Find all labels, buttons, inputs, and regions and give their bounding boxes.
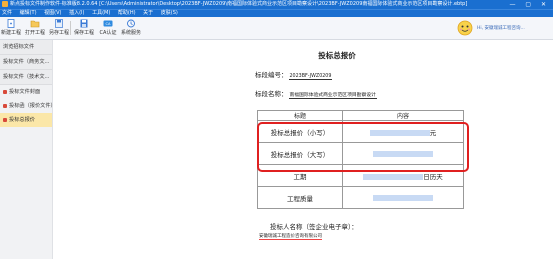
avatar <box>457 20 473 36</box>
duration-input[interactable] <box>363 173 424 180</box>
save-project-button[interactable]: 保存工程 <box>73 19 95 37</box>
menu-about[interactable]: 关于 <box>143 10 153 16</box>
new-file-icon <box>7 19 15 28</box>
sidebar-group-commercial[interactable]: 投标文件（商务文... <box>0 55 52 70</box>
table-header-title: 标题 <box>257 110 343 121</box>
ca-auth-button[interactable]: CA CA认证 <box>97 19 119 37</box>
sidebar-item-bid-letter[interactable]: 投标函（报价文件） <box>0 99 56 113</box>
document-icon <box>3 89 7 94</box>
app-icon <box>2 1 8 7</box>
save-as-icon <box>55 19 63 28</box>
menu-bar: 文件 编辑(T) 视图(V) 插入(I) 工具(M) 帮助(H) 关于 皮肤(S… <box>0 9 553 17</box>
service-icon <box>127 19 135 28</box>
section-name-field: 标段名称： 南福国际体验式商业示范区项目勘察设计 <box>255 88 377 99</box>
save-icon <box>80 19 88 28</box>
menu-view[interactable]: 视图(V) <box>44 10 61 16</box>
window-controls[interactable]: — ▢ ✕ <box>509 0 550 9</box>
sidebar-group-technical[interactable]: 投标文件（技术文... <box>0 70 52 85</box>
highlight-box <box>257 122 469 172</box>
new-project-button[interactable]: 新建工程 <box>1 19 21 37</box>
section-name-value[interactable]: 南福国际体验式商业示范区项目勘察设计 <box>288 93 377 99</box>
document-icon <box>3 117 7 122</box>
page-title: 投标总报价 <box>318 51 356 60</box>
user-account[interactable]: Hi, 安徽瑞诚工程咨询... <box>457 20 547 37</box>
user-name: Hi, 安徽瑞诚工程咨询... <box>477 26 525 31</box>
bidder-name-label: 投标人名称（签企业电子章）： <box>270 223 358 231</box>
row-title: 工程质量 <box>257 186 343 209</box>
ca-certificate-icon: CA <box>103 20 113 27</box>
quality-cell[interactable] <box>342 186 464 209</box>
save-as-project-button[interactable]: 另存工程 <box>48 19 70 37</box>
menu-insert[interactable]: 插入(I) <box>69 10 84 16</box>
menu-tools[interactable]: 工具(M) <box>92 10 110 16</box>
title-bar: 新点投标文件制作软件-标准版8.2.0.64 [C:\Users\Adminis… <box>0 0 553 9</box>
menu-help[interactable]: 帮助(H) <box>118 10 136 16</box>
system-service-button[interactable]: 系统服务 <box>120 19 142 37</box>
table-row: 工程质量 <box>257 186 464 209</box>
svg-text:CA: CA <box>106 22 112 26</box>
section-number-value[interactable]: 2023BF-JWZ0209 <box>288 74 333 80</box>
sidebar-group-browse-tender[interactable]: 浏览招标文件 <box>0 40 52 55</box>
folder-open-icon <box>30 20 40 28</box>
sidebar-item-label: 投标函（报价文件） <box>9 103 56 109</box>
section-number-field: 标段编号： 2023BF-JWZ0209 <box>255 69 333 80</box>
menu-edit[interactable]: 编辑(T) <box>20 10 37 16</box>
open-project-button[interactable]: 打开工程 <box>24 19 46 37</box>
table-header-content: 内容 <box>342 110 464 121</box>
menu-file[interactable]: 文件 <box>2 10 12 16</box>
sidebar-item-total-price[interactable]: 投标总报价 <box>0 113 52 127</box>
sidebar: 浏览招标文件 投标文件（商务文... 投标文件（技术文... 投标文件封面 投标… <box>0 40 56 259</box>
sidebar-item-label: 投标总报价 <box>9 117 35 123</box>
sidebar-item-label: 投标文件封面 <box>9 89 41 95</box>
document-icon <box>3 103 7 108</box>
toolbar-separator <box>70 21 71 35</box>
toolbar: 新建工程 打开工程 另存工程 保存工程 CA CA认证 系统服务 Hi, 安徽瑞… <box>0 17 553 40</box>
sidebar-item-cover[interactable]: 投标文件封面 <box>0 85 52 99</box>
unit-label: 日历天 <box>423 172 443 181</box>
menu-skin[interactable]: 皮肤(S) <box>161 10 178 16</box>
quality-input[interactable] <box>373 194 433 201</box>
section-name-label: 标段名称： <box>255 90 288 98</box>
bidder-name-value[interactable]: 安徽瑞诚工程造价咨询有限公司 <box>259 233 322 240</box>
window-title: 新点投标文件制作软件-标准版8.2.0.64 [C:\Users\Adminis… <box>10 1 468 7</box>
section-number-label: 标段编号： <box>255 71 288 79</box>
